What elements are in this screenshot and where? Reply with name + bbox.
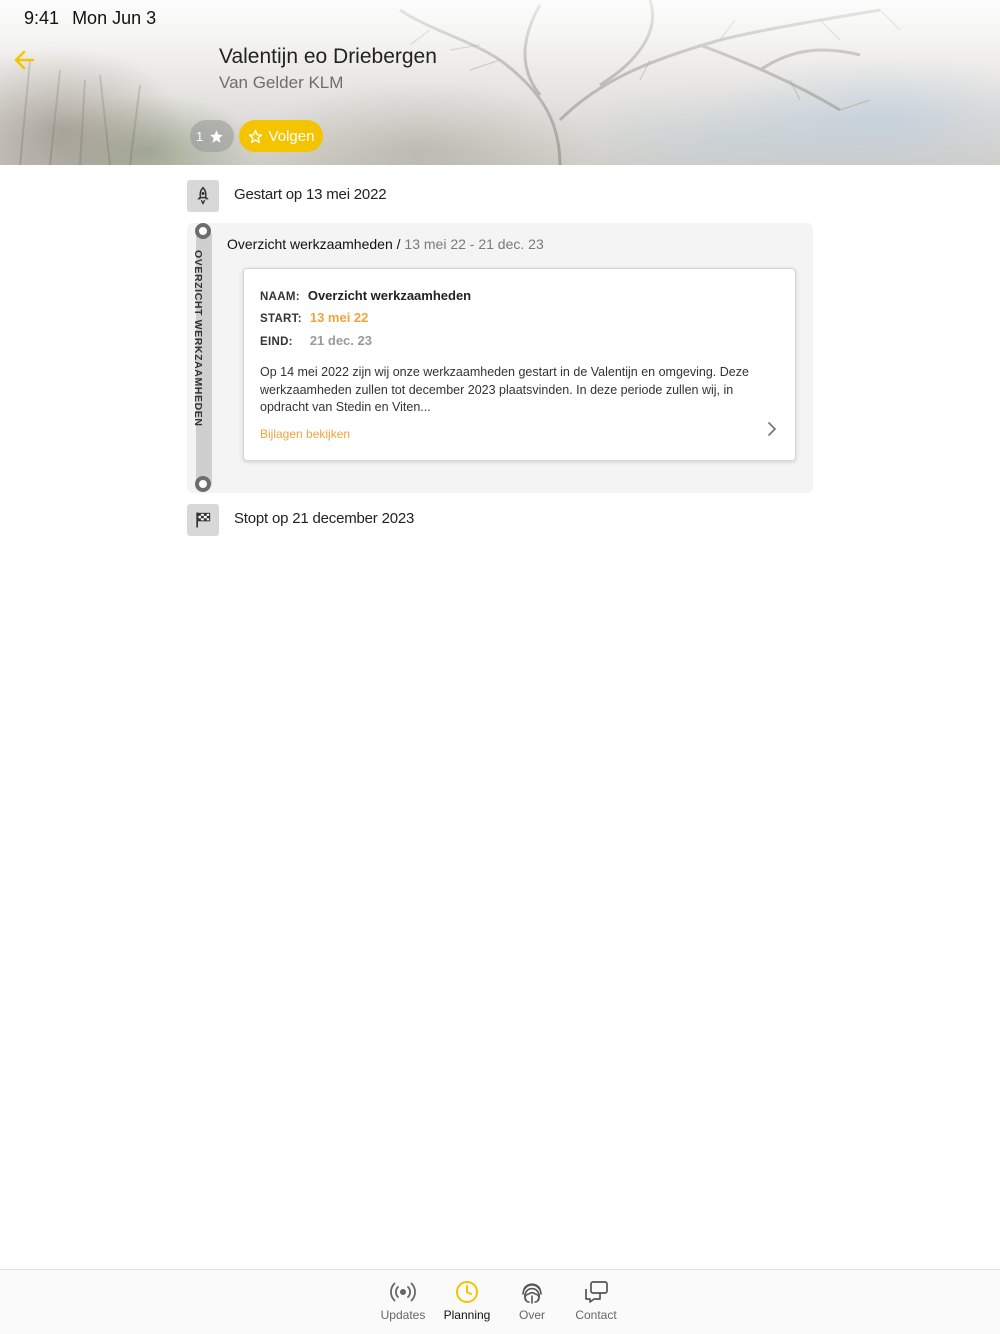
attachments-link[interactable]: Bijlagen bekijken (260, 427, 350, 441)
timeline-start-label: Gestart op 13 mei 2022 (234, 186, 387, 203)
page-subtitle: Van Gelder KLM (219, 73, 344, 92)
card-name-row: NAAM: Overzicht werkzaamheden (260, 288, 471, 303)
tab-updates-label: Updates (380, 1308, 426, 1322)
clock-icon (456, 1281, 478, 1303)
tab-over-label: Over (518, 1308, 545, 1322)
phase-start-dot (195, 223, 211, 239)
tab-contact-label: Contact (575, 1308, 617, 1322)
end-key: EIND: (260, 336, 293, 348)
phase-heading-dates: 13 mei 22 - 21 dec. 23 (404, 236, 544, 252)
star-filled-icon (210, 129, 223, 143)
end-value: 21 dec. 23 (309, 333, 372, 348)
follower-count-badge: 1 (190, 120, 234, 152)
follower-count: 1 (196, 128, 204, 144)
start-value: 13 mei 22 (309, 310, 369, 325)
follow-button[interactable]: Volgen (239, 120, 323, 152)
tab-over[interactable]: Over (502, 1280, 562, 1322)
tab-planning[interactable]: Planning (437, 1280, 497, 1322)
star-outline-icon (248, 129, 262, 143)
card-start-row: START: 13 mei 22 (260, 310, 368, 325)
fingerprint-icon (522, 1283, 542, 1304)
rocket-icon (187, 180, 219, 212)
card-end-row: EIND: 21 dec. 23 (260, 333, 372, 348)
phase-heading: Overzicht werkzaamheden / 13 mei 22 - 21… (227, 236, 544, 252)
name-value: Overzicht werkzaamheden (307, 288, 472, 303)
tab-planning-label: Planning (443, 1308, 491, 1322)
status-bar: 9:41 Mon Jun 3 (24, 8, 164, 29)
timeline-end-label: Stopt op 21 december 2023 (234, 510, 415, 527)
back-button[interactable] (8, 44, 40, 76)
phase-card[interactable]: NAAM: Overzicht werkzaamheden START: 13 … (243, 268, 796, 461)
phase-heading-name: Overzicht werkzaamheden / (227, 236, 401, 252)
tab-updates[interactable]: Updates (373, 1280, 433, 1322)
checkered-flag-icon (187, 504, 219, 536)
status-time: 9:41 (24, 8, 60, 28)
tab-contact[interactable]: Contact (566, 1280, 626, 1322)
start-key: START: (260, 313, 302, 325)
phase-vertical-label: OVERZICHT WERKZAAMHEDEN (192, 250, 204, 427)
chevron-right-icon (768, 422, 776, 436)
name-key: NAAM: (260, 291, 300, 303)
chat-icon (585, 1281, 608, 1303)
arrow-left-icon (14, 50, 35, 70)
follow-button-label: Volgen (268, 127, 315, 145)
tab-bar: Updates Planning Over Contact (0, 1269, 1000, 1334)
page-title: Valentijn eo Driebergen (219, 45, 437, 68)
broadcast-icon (390, 1282, 416, 1302)
phase-end-dot (195, 476, 211, 492)
card-description: Op 14 mei 2022 zijn wij onze werkzaamhed… (260, 365, 749, 414)
status-date: Mon Jun 3 (72, 8, 157, 28)
